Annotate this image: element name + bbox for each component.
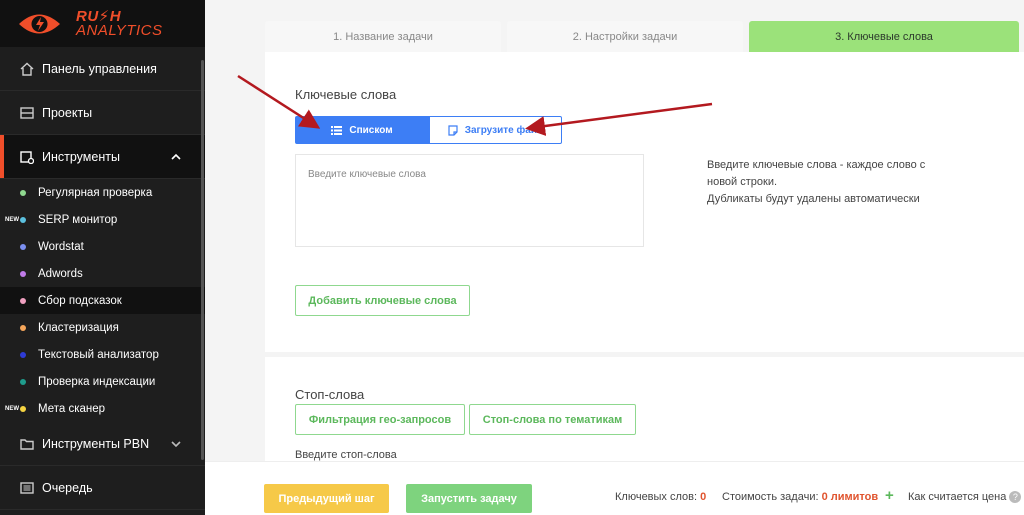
logo-line2: ANALYTICS: [76, 21, 163, 39]
folder-icon: [20, 437, 34, 451]
input-mode-toggle: Списком Загрузите файл: [295, 116, 562, 144]
sidebar-item-label: Панель управления: [42, 61, 157, 76]
tab-keywords[interactable]: 3. Ключевые слова: [749, 21, 1019, 52]
sidebar-subitem[interactable]: Кластеризация: [0, 314, 205, 341]
sidebar-subitem-label: Wordstat: [38, 240, 84, 253]
projects-icon: [20, 106, 34, 120]
file-icon: [448, 124, 458, 136]
home-icon: [20, 62, 34, 76]
status-dot-icon: [20, 216, 26, 223]
add-limits-icon[interactable]: +: [885, 487, 894, 504]
status-dot-icon: [20, 243, 26, 250]
sidebar-item-label: Инструменты: [42, 149, 120, 164]
sidebar-subitem[interactable]: Проверка индексации: [0, 368, 205, 395]
status-dot-icon: [20, 378, 26, 385]
chevron-down-icon[interactable]: [171, 437, 181, 451]
status-dot-icon: [20, 324, 26, 331]
sidebar-subitem[interactable]: Регулярная проверка: [0, 179, 205, 206]
new-badge: NEW: [5, 405, 19, 412]
keywords-count-label: Ключевых слов:: [615, 491, 698, 503]
sidebar-item-pbn-tools[interactable]: Инструменты PBN: [0, 422, 205, 466]
sidebar-subitem-label: Adwords: [38, 267, 83, 280]
tools-icon: [20, 150, 34, 164]
status-dot-icon: [20, 297, 26, 304]
sidebar-subitem[interactable]: NEW SERP монитор: [0, 206, 205, 233]
list-mode-label: Списком: [349, 124, 393, 136]
sidebar-item-tools[interactable]: Инструменты: [0, 135, 205, 179]
sidebar-subitem[interactable]: Сбор подсказок: [0, 287, 205, 314]
task-cost-label: Стоимость задачи:: [722, 491, 819, 503]
sidebar: RU⚡H ANALYTICS Панель управления Проекты…: [0, 0, 205, 515]
topic-stopwords-button[interactable]: Стоп-слова по тематикам: [469, 404, 636, 435]
hint-line: Введите ключевые слова - каждое слово с: [707, 159, 926, 171]
start-task-button[interactable]: Запустить задачу: [406, 484, 532, 513]
sidebar-subitem[interactable]: Wordstat: [0, 233, 205, 260]
new-badge: NEW: [5, 216, 19, 223]
sidebar-subitem-label: Мета сканер: [38, 402, 106, 415]
sidebar-subitem[interactable]: Текстовый анализатор: [0, 341, 205, 368]
main-content: 1. Название задачи 2. Настройки задачи 3…: [205, 0, 1024, 515]
logo[interactable]: RU⚡H ANALYTICS: [0, 0, 205, 47]
task-cost-value: 0 лимитов: [821, 491, 879, 503]
list-mode-button[interactable]: Списком: [295, 116, 429, 144]
sidebar-subitem-label: SERP монитор: [38, 213, 118, 226]
question-icon: ?: [1009, 491, 1022, 503]
price-info-label: Как считается цена: [908, 491, 1007, 503]
keywords-title: Ключевые слова: [295, 87, 397, 102]
sidebar-subitem-label: Сбор подсказок: [38, 294, 122, 307]
upload-file-button[interactable]: Загрузите файл: [429, 116, 562, 144]
keywords-textarea[interactable]: Введите ключевые слова: [295, 154, 644, 247]
hint-line: новой строки.: [707, 176, 778, 188]
keywords-panel: Ключевые слова Списком Загрузите файл Вв…: [265, 52, 1024, 352]
sidebar-subitem-label: Кластеризация: [38, 321, 119, 334]
stopwords-title: Стоп-слова: [295, 387, 365, 402]
price-info[interactable]: Как считается цена?: [908, 491, 1022, 503]
chevron-up-icon[interactable]: [171, 150, 181, 164]
sidebar-subitem-label: Проверка индексации: [38, 375, 156, 388]
sidebar-subitem[interactable]: NEW Мета сканер: [0, 395, 205, 422]
add-keywords-button[interactable]: Добавить ключевые слова: [295, 285, 470, 316]
sidebar-item-queue[interactable]: Очередь: [0, 466, 205, 510]
keywords-count: Ключевых слов: 0: [615, 491, 706, 503]
stopwords-panel: Стоп-слова Фильтрация гео-запросов Стоп-…: [265, 357, 1024, 467]
logo-text: RU⚡H ANALYTICS: [76, 9, 163, 39]
status-dot-icon: [20, 351, 26, 358]
status-dot-icon: [20, 189, 26, 196]
upload-file-label: Загрузите файл: [464, 124, 544, 136]
task-cost: Стоимость задачи: 0 лимитов: [722, 491, 878, 503]
sidebar-scrollbar[interactable]: [201, 60, 204, 460]
sidebar-subitem-label: Регулярная проверка: [38, 186, 153, 199]
sidebar-item-projects[interactable]: Проекты: [0, 91, 205, 135]
keywords-count-value: 0: [700, 491, 707, 503]
sidebar-subitem[interactable]: Adwords: [0, 260, 205, 287]
stopwords-prompt: Введите стоп-слова: [295, 449, 397, 461]
queue-icon: [20, 481, 34, 495]
geo-filter-button[interactable]: Фильтрация гео-запросов: [295, 404, 465, 435]
tab-task-name[interactable]: 1. Название задачи: [265, 21, 501, 52]
list-icon: [331, 125, 343, 135]
status-dot-icon: [20, 405, 26, 412]
sidebar-item-label: Проекты: [42, 105, 93, 120]
previous-step-button[interactable]: Предыдущий шаг: [264, 484, 389, 513]
sidebar-item-label: Инструменты PBN: [42, 436, 150, 451]
sidebar-item-label: Очередь: [42, 480, 93, 495]
status-dot-icon: [20, 270, 26, 277]
hint-line: Дубликаты будут удалены автоматически: [707, 193, 920, 205]
sidebar-subitem-label: Текстовый анализатор: [38, 348, 159, 361]
eye-logo-icon: [17, 9, 62, 39]
step-tabs: 1. Название задачи 2. Настройки задачи 3…: [265, 21, 1019, 52]
keywords-hint: Введите ключевые слова - каждое слово с …: [707, 157, 947, 208]
footer-bar: Предыдущий шаг Запустить задачу Ключевых…: [205, 461, 1024, 515]
tab-task-settings[interactable]: 2. Настройки задачи: [507, 21, 743, 52]
sidebar-item-dashboard[interactable]: Панель управления: [0, 47, 205, 91]
